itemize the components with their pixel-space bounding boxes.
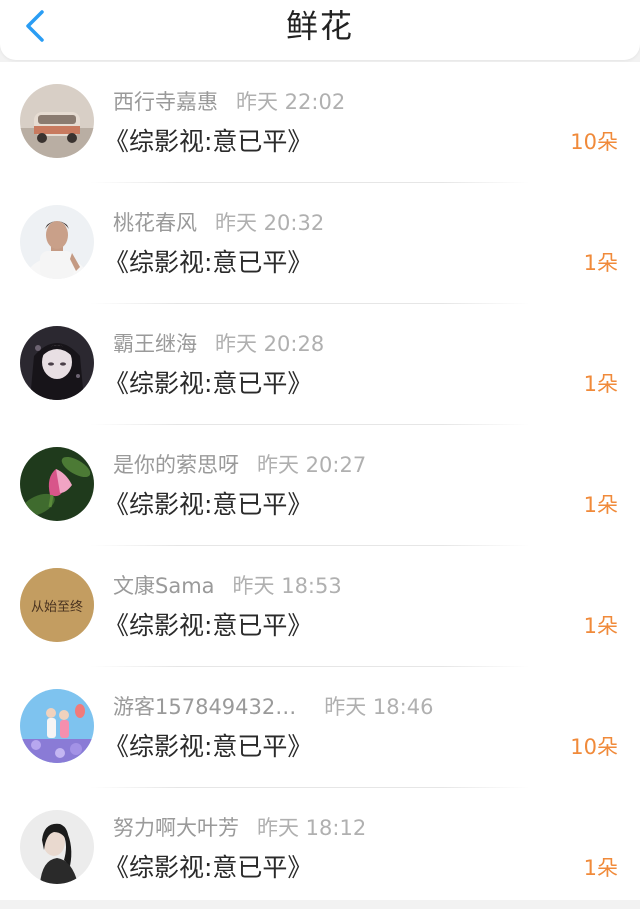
list-item[interactable]: 游客157849432… 昨天 18:46 《综影视:意已平》 10朵	[0, 667, 640, 788]
flower-count: 1朵	[583, 614, 618, 638]
book-title: 《综影视:意已平》	[104, 853, 313, 882]
item-meta: 霸王继海 昨天 20:28	[113, 328, 324, 358]
page-title: 鲜花	[285, 7, 354, 45]
item-meta: 努力啊大叶芳 昨天 18:12	[113, 812, 366, 842]
flower-count: 1朵	[583, 251, 618, 275]
user-name[interactable]: 文康Sama	[113, 574, 215, 598]
list-item[interactable]: 是你的萦思呀 昨天 20:27 《综影视:意已平》 1朵	[0, 425, 640, 546]
list-item[interactable]: 从始至终 文康Sama 昨天 18:53 《综影视:意已平》 1朵	[0, 546, 640, 667]
avatar[interactable]	[20, 689, 94, 763]
timestamp: 昨天 18:12	[257, 816, 367, 840]
book-title: 《综影视:意已平》	[104, 611, 313, 640]
timestamp: 昨天 20:28	[215, 332, 325, 356]
book-title: 《综影视:意已平》	[104, 248, 313, 277]
flower-list: 西行寺嘉惠 昨天 22:02 《综影视:意已平》 10朵 桃花春风 昨天 20:32…	[0, 62, 640, 900]
avatar[interactable]	[20, 326, 94, 400]
item-meta: 游客157849432… 昨天 18:46	[113, 691, 433, 721]
list-item[interactable]: 西行寺嘉惠 昨天 22:02 《综影视:意已平》 10朵	[0, 62, 640, 183]
avatar[interactable]	[20, 447, 94, 521]
timestamp: 昨天 20:27	[257, 453, 367, 477]
avatar[interactable]	[20, 205, 94, 279]
list-item[interactable]: 努力啊大叶芳 昨天 18:12 《综影视:意已平》 1朵	[0, 788, 640, 909]
list-item[interactable]: 桃花春风 昨天 20:32 《综影视:意已平》 1朵	[0, 183, 640, 304]
flower-count: 10朵	[570, 130, 618, 154]
top-bar: 鲜花	[0, 0, 640, 60]
book-title: 《综影视:意已平》	[104, 127, 313, 156]
flower-count: 1朵	[583, 856, 618, 880]
user-name[interactable]: 努力啊大叶芳	[113, 816, 239, 840]
user-name[interactable]: 西行寺嘉惠	[113, 90, 218, 114]
item-meta: 西行寺嘉惠 昨天 22:02	[113, 86, 345, 116]
timestamp: 昨天 22:02	[236, 90, 346, 114]
item-meta: 是你的萦思呀 昨天 20:27	[113, 449, 366, 479]
timestamp: 昨天 18:53	[232, 574, 342, 598]
avatar[interactable]: 从始至终	[20, 568, 94, 642]
avatar-lettering: 从始至终	[31, 599, 83, 615]
flower-count: 10朵	[570, 735, 618, 759]
item-meta: 文康Sama 昨天 18:53	[113, 570, 342, 600]
avatar[interactable]	[20, 84, 94, 158]
timestamp: 昨天 18:46	[324, 695, 434, 719]
avatar[interactable]	[20, 810, 94, 884]
book-title: 《综影视:意已平》	[104, 369, 313, 398]
item-meta: 桃花春风 昨天 20:32	[113, 207, 324, 237]
book-title: 《综影视:意已平》	[104, 490, 313, 519]
list-item[interactable]: 霸王继海 昨天 20:28 《综影视:意已平》 1朵	[0, 304, 640, 425]
user-name[interactable]: 是你的萦思呀	[113, 453, 239, 477]
book-title: 《综影视:意已平》	[104, 732, 313, 761]
user-name[interactable]: 霸王继海	[113, 332, 197, 356]
timestamp: 昨天 20:32	[215, 211, 325, 235]
flower-count: 1朵	[583, 493, 618, 517]
flower-count: 1朵	[583, 372, 618, 396]
user-name[interactable]: 游客157849432…	[113, 695, 296, 719]
user-name[interactable]: 桃花春风	[113, 211, 197, 235]
